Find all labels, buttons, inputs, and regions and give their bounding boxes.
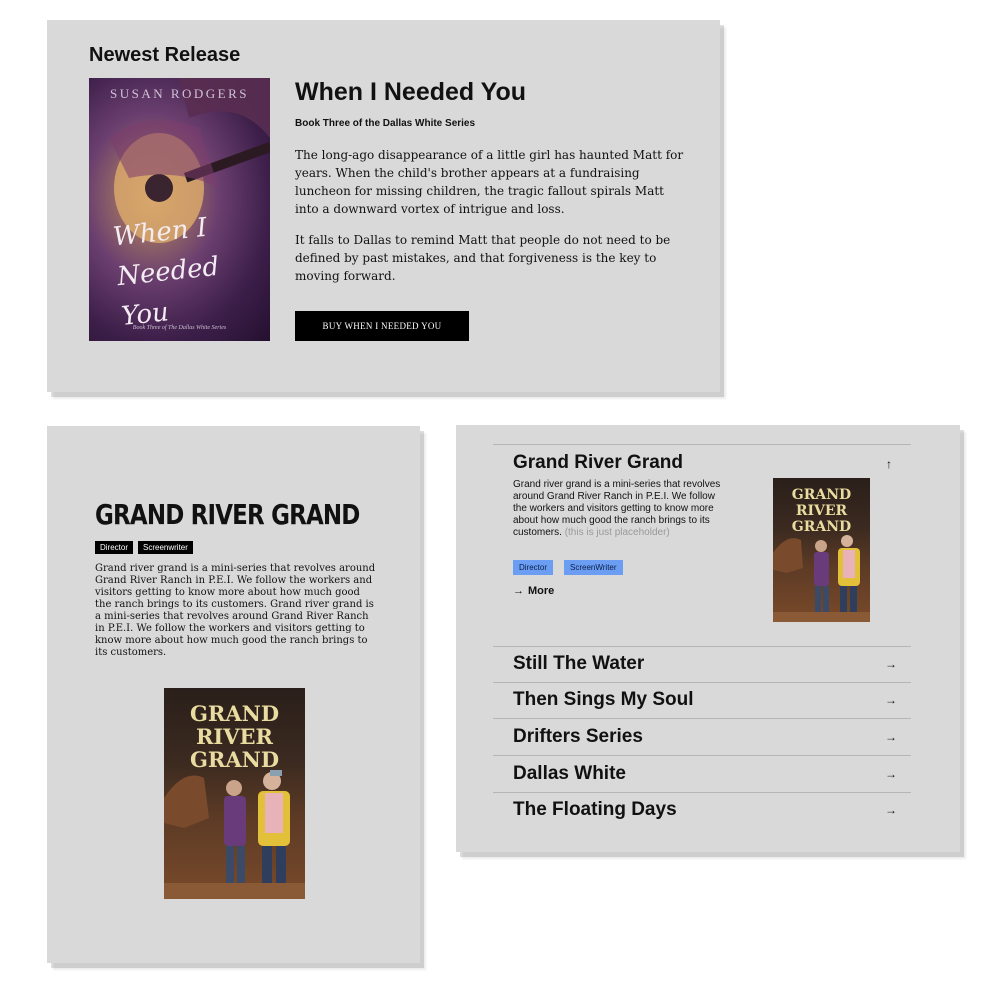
- role-tag-director: Director: [513, 560, 554, 575]
- project-poster-image[interactable]: GRAND RIVER GRAND: [164, 688, 305, 899]
- book-description-2: It falls to Dallas to remind Matt that p…: [295, 233, 671, 283]
- accordion-item-drifters-series[interactable]: Drifters Series →: [493, 719, 911, 755]
- project-title: GRAND RIVER GRAND: [95, 498, 360, 531]
- poster-illustration: [773, 535, 870, 622]
- book-subtitle: Book Three of the Dallas White Series: [295, 118, 476, 129]
- arrow-right-icon: →: [885, 803, 897, 817]
- accordion-item-the-floating-days[interactable]: The Floating Days →: [493, 792, 911, 828]
- role-tags: Director Screenwriter: [95, 541, 193, 554]
- accordion-poster-image[interactable]: GRAND RIVER GRAND: [773, 478, 870, 622]
- arrow-right-icon: →: [885, 693, 897, 707]
- arrow-up-icon[interactable]: ↑: [886, 457, 892, 471]
- placeholder-note: (this is just placeholder): [564, 527, 670, 538]
- projects-accordion-panel: Grand River Grand ↑ Grand river grand is…: [456, 425, 960, 852]
- book-title: When I Needed You: [295, 78, 527, 106]
- cover-author: SUSAN RODGERS: [109, 86, 250, 101]
- role-tags: Director ScreenWriter: [513, 560, 623, 575]
- accordion-item-label: Dallas White: [513, 763, 626, 784]
- accordion-item-still-the-water[interactable]: Still The Water →: [493, 646, 911, 682]
- accordion-item-label: Drifters Series: [513, 726, 643, 747]
- cover-title: When I Needed You: [111, 212, 221, 333]
- accordion-open-title[interactable]: Grand River Grand: [513, 452, 683, 474]
- role-tag-director: Director: [95, 541, 134, 554]
- accordion-item-dallas-white[interactable]: Dallas White →: [493, 756, 911, 792]
- accordion-item-label: The Floating Days: [513, 799, 677, 820]
- accordion-item-then-sings-my-soul[interactable]: Then Sings My Soul →: [493, 682, 911, 718]
- section-heading: Newest Release: [89, 44, 241, 66]
- role-tag-screenwriter: ScreenWriter: [564, 560, 623, 575]
- accordion-item-label: Then Sings My Soul: [513, 689, 694, 710]
- newest-release-panel: Newest Release SUSAN RODGERS When I Need…: [47, 20, 720, 392]
- cover-subtitle: Book Three of The Dallas White Series: [132, 325, 227, 331]
- more-link[interactable]: → More: [513, 585, 554, 597]
- accordion-open-description: Grand river grand is a mini-series that …: [513, 479, 721, 538]
- arrow-right-icon: →: [885, 657, 897, 671]
- arrow-right-icon: →: [513, 585, 524, 597]
- arrow-right-icon: →: [885, 767, 897, 781]
- project-description: Grand river grand is a mini-series that …: [95, 563, 376, 658]
- book-cover-image[interactable]: SUSAN RODGERS When I Needed You Book Thr…: [89, 78, 270, 341]
- poster-illustration: [164, 770, 305, 899]
- role-tag-screenwriter: Screenwriter: [138, 541, 193, 554]
- buy-book-button[interactable]: BUY WHEN I NEEDED YOU: [295, 311, 469, 341]
- more-label: More: [528, 585, 555, 597]
- accordion-item-label: Still The Water: [513, 653, 645, 674]
- arrow-right-icon: →: [885, 730, 897, 744]
- project-detail-panel: GRAND RIVER GRAND Director Screenwriter …: [47, 426, 420, 963]
- book-description-1: The long-ago disappearance of a little g…: [295, 148, 684, 216]
- divider: [493, 444, 911, 445]
